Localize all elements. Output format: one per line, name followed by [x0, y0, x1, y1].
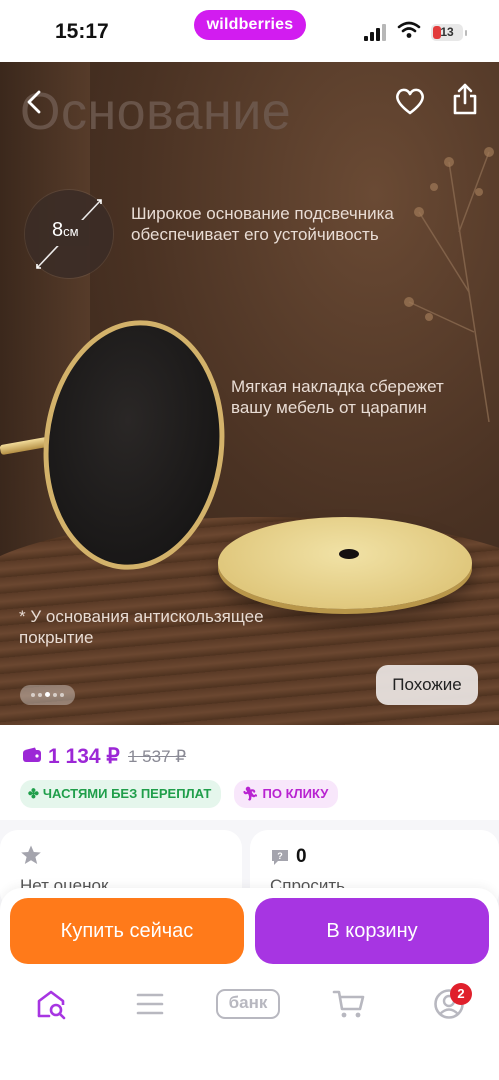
- size-unit: см: [63, 224, 79, 239]
- one-click-label: ПО КЛИКУ: [262, 786, 329, 801]
- status-time: 15:17: [55, 20, 109, 43]
- questions-count: 0: [296, 846, 307, 867]
- note-wide-base: Широкое основание подсвечника обеспечива…: [131, 204, 394, 244]
- current-price: 1 134 ₽: [48, 745, 120, 768]
- star-icon: [21, 845, 41, 864]
- gold-base-disc: [218, 517, 472, 609]
- one-click-chip[interactable]: 🏃︎ ПО КЛИКУ: [234, 780, 339, 808]
- buy-now-button[interactable]: Купить сейчас: [10, 898, 244, 964]
- signal-icon: [364, 23, 390, 41]
- home-search-icon[interactable]: [35, 988, 67, 1020]
- installments-label: ЧАСТЯМИ БЕЗ ПЕРЕПЛАТ: [42, 786, 212, 801]
- cart-icon[interactable]: [332, 988, 366, 1020]
- old-price: 1 537 ₽: [128, 747, 187, 766]
- status-bar: 15:17 wildberries 13: [0, 0, 499, 62]
- clover-icon: ✤: [28, 786, 39, 801]
- wallet-icon: [23, 747, 41, 762]
- cart-badge: 2: [450, 983, 472, 1005]
- similar-button[interactable]: Похожие: [376, 665, 478, 705]
- menu-icon[interactable]: [135, 988, 165, 1020]
- battery-level: 13: [440, 25, 454, 39]
- heart-icon[interactable]: [394, 86, 426, 116]
- note-soft-pad: Мягкая накладка сбережет вашу мебель от …: [231, 377, 444, 417]
- back-icon[interactable]: [22, 89, 48, 115]
- note-antislip: * У основания антискользящее покрытие: [19, 607, 264, 647]
- question-icon: ?: [272, 850, 288, 865]
- size-value: 8: [52, 219, 64, 241]
- wifi-icon: [397, 21, 421, 38]
- size-label: 8см: [52, 219, 79, 242]
- price-section: 1 134 ₽ 1 537 ₽ ✤ ЧАСТЯМИ БЕЗ ПЕРЕПЛАТ 🏃︎…: [0, 725, 499, 820]
- add-to-cart-button[interactable]: В корзину: [255, 898, 489, 964]
- installments-chip[interactable]: ✤ ЧАСТЯМИ БЕЗ ПЕРЕПЛАТ: [20, 780, 222, 808]
- share-icon[interactable]: [451, 82, 479, 116]
- bank-icon[interactable]: банк: [216, 989, 280, 1019]
- bottom-panel: Купить сейчас В корзину банк 2: [0, 888, 499, 1080]
- image-title: Основание: [20, 83, 292, 141]
- runner-icon: 🏃︎: [242, 786, 259, 801]
- battery-indicator: 13: [431, 24, 467, 41]
- svg-text:?: ?: [277, 851, 283, 861]
- gallery-pagination[interactable]: [20, 685, 75, 705]
- product-image-gallery[interactable]: Основание 8см Широкое основание подсвечн…: [0, 62, 499, 725]
- brand-logo: wildberries: [194, 10, 306, 40]
